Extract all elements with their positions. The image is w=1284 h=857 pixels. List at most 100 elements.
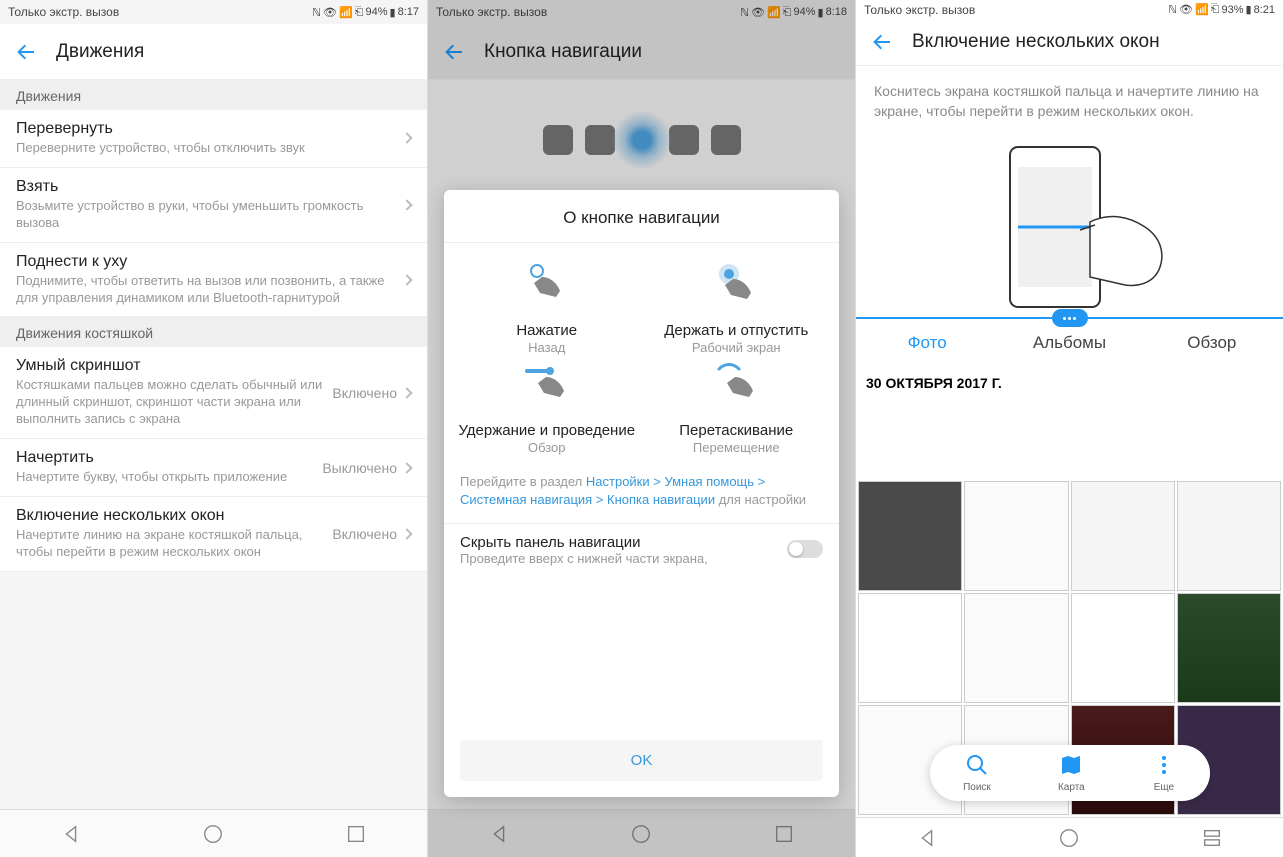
eye-icon: 👁 xyxy=(1179,3,1193,16)
item-title: Начертить xyxy=(16,449,322,467)
screen-multi-window: Только экстр. вызов ℕ 👁 📶 ⎗ 93% ▮ 8:21 В… xyxy=(856,0,1284,857)
bottom-action-bar: Поиск Карта Еще xyxy=(930,745,1210,801)
gallery-tabs: Фото Альбомы Обзор xyxy=(856,317,1283,367)
setting-multi-window[interactable]: Включение нескольких окон Начертите лини… xyxy=(0,497,427,572)
battery-icon: ▮ xyxy=(1246,3,1252,16)
tap-icon xyxy=(522,259,572,309)
nfc-icon: ℕ xyxy=(312,6,321,19)
item-sub: Костяшками пальцев можно сделать обычный… xyxy=(16,377,332,428)
split-handle[interactable] xyxy=(1052,309,1088,327)
chevron-right-icon xyxy=(401,199,412,210)
chevron-right-icon xyxy=(401,528,412,539)
back-arrow-icon xyxy=(14,40,38,64)
screen-motions: Только экстр. вызов ℕ 👁 📶 ⎗ 94% ▮ 8:17 Д… xyxy=(0,0,428,857)
data-icon: ⎗ xyxy=(355,6,364,19)
tab-photos[interactable]: Фото xyxy=(856,319,998,367)
map-icon xyxy=(1059,753,1083,777)
toggle-switch[interactable] xyxy=(787,540,823,558)
thumbnail[interactable] xyxy=(1071,593,1175,703)
status-bar: Только экстр. вызов ℕ 👁 📶 ⎗ 94% ▮ 8:17 xyxy=(0,0,427,24)
more-action[interactable]: Еще xyxy=(1152,753,1176,793)
nav-recent-icon[interactable] xyxy=(345,823,367,845)
swipe-icon xyxy=(522,359,572,409)
gesture-sub: Рабочий экран xyxy=(644,340,830,355)
section-header: Движения костяшкой xyxy=(0,317,427,347)
gallery-date: 30 ОКТЯБРЯ 2017 Г. xyxy=(858,369,1281,393)
wifi-icon: 📶 xyxy=(339,6,353,19)
back-button[interactable] xyxy=(868,28,896,56)
more-icon xyxy=(1152,753,1176,777)
setting-raise-ear[interactable]: Поднести к уху Поднимите, чтобы ответить… xyxy=(0,243,427,318)
item-sub: Возьмите устройство в руки, чтобы уменьш… xyxy=(16,198,403,232)
screen-nav-button: Только экстр. вызов ℕ 👁 📶 ⎗ 94% ▮ 8:18 К… xyxy=(428,0,856,857)
item-title: Умный скриншот xyxy=(16,357,332,375)
setting-smart-screenshot[interactable]: Умный скриншот Костяшками пальцев можно … xyxy=(0,347,427,439)
gesture-sub: Перемещение xyxy=(644,440,830,455)
modal-title: О кнопке навигации xyxy=(444,190,839,243)
ok-button[interactable]: OK xyxy=(460,740,823,781)
battery-percent: 93% xyxy=(1221,4,1243,16)
battery-icon: ▮ xyxy=(390,6,396,19)
thumbnail[interactable] xyxy=(1071,481,1175,591)
item-value: Включено xyxy=(332,385,397,401)
item-title: Перевернуть xyxy=(16,120,403,138)
back-button[interactable] xyxy=(12,38,40,66)
search-icon xyxy=(965,753,989,777)
description-text: Коснитесь экрана костяшкой пальца и наче… xyxy=(856,66,1283,137)
nav-home-icon[interactable] xyxy=(1058,827,1080,849)
tab-overview[interactable]: Обзор xyxy=(1141,319,1283,367)
gesture-hold-swipe: Удержание и проведение Обзор xyxy=(454,359,640,455)
section-header: Движения xyxy=(0,80,427,110)
item-sub: Переверните устройство, чтобы отключить … xyxy=(16,140,403,157)
carrier-text: Только экстр. вызов xyxy=(864,3,975,17)
app-header: Включение нескольких окон xyxy=(856,20,1283,66)
wifi-icon: 📶 xyxy=(1195,3,1209,16)
thumbnail[interactable] xyxy=(1177,481,1281,591)
nav-split-icon[interactable] xyxy=(1201,827,1223,849)
nav-home-icon[interactable] xyxy=(202,823,224,845)
page-title: Включение нескольких окон xyxy=(912,31,1160,53)
item-title: Взять xyxy=(16,178,403,196)
eye-icon: 👁 xyxy=(323,6,337,19)
search-action[interactable]: Поиск xyxy=(963,753,991,793)
battery-percent: 94% xyxy=(365,6,387,18)
gesture-title: Держать и отпустить xyxy=(644,322,830,340)
data-icon: ⎗ xyxy=(1211,3,1220,16)
thumbnail[interactable] xyxy=(858,481,962,591)
gesture-drag: Перетаскивание Перемещение xyxy=(644,359,830,455)
gesture-title: Нажатие xyxy=(454,322,640,340)
thumbnail[interactable] xyxy=(964,481,1068,591)
back-arrow-icon xyxy=(870,30,894,54)
carrier-text: Только экстр. вызов xyxy=(8,5,119,19)
hold-icon xyxy=(711,259,761,309)
page-title: Движения xyxy=(56,41,144,63)
status-bar: Только экстр. вызов ℕ 👁 📶 ⎗ 93% ▮ 8:21 xyxy=(856,0,1283,20)
setting-draw[interactable]: Начертить Начертите букву, чтобы открыть… xyxy=(0,439,427,497)
nav-back-icon[interactable] xyxy=(60,823,82,845)
item-sub: Начертите букву, чтобы открыть приложени… xyxy=(16,469,322,486)
item-value: Включено xyxy=(332,526,397,542)
gesture-sub: Назад xyxy=(454,340,640,355)
item-sub: Поднимите, чтобы ответить на вызов или п… xyxy=(16,273,403,307)
toggle-sub: Проведите вверх с нижней части экрана, xyxy=(460,551,823,566)
knuckle-illustration xyxy=(856,137,1283,317)
chevron-right-icon xyxy=(401,274,412,285)
modal-hint: Перейдите в раздел Настройки > Умная пом… xyxy=(444,463,839,523)
setting-flip[interactable]: Перевернуть Переверните устройство, чтоб… xyxy=(0,110,427,168)
thumbnail[interactable] xyxy=(858,593,962,703)
thumbnail[interactable] xyxy=(1177,593,1281,703)
drag-icon xyxy=(711,359,761,409)
item-value: Выключено xyxy=(322,460,397,476)
map-action[interactable]: Карта xyxy=(1058,753,1085,793)
setting-pickup[interactable]: Взять Возьмите устройство в руки, чтобы … xyxy=(0,168,427,243)
item-title: Включение нескольких окон xyxy=(16,507,332,525)
nav-bar xyxy=(0,809,427,857)
about-nav-modal: О кнопке навигации Нажатие Назад Держать… xyxy=(444,190,839,797)
thumbnail[interactable] xyxy=(964,593,1068,703)
chevron-right-icon xyxy=(401,387,412,398)
chevron-right-icon xyxy=(401,133,412,144)
app-header: Движения xyxy=(0,24,427,80)
nav-bar xyxy=(856,817,1283,857)
nav-back-icon[interactable] xyxy=(916,827,938,849)
gesture-sub: Обзор xyxy=(454,440,640,455)
